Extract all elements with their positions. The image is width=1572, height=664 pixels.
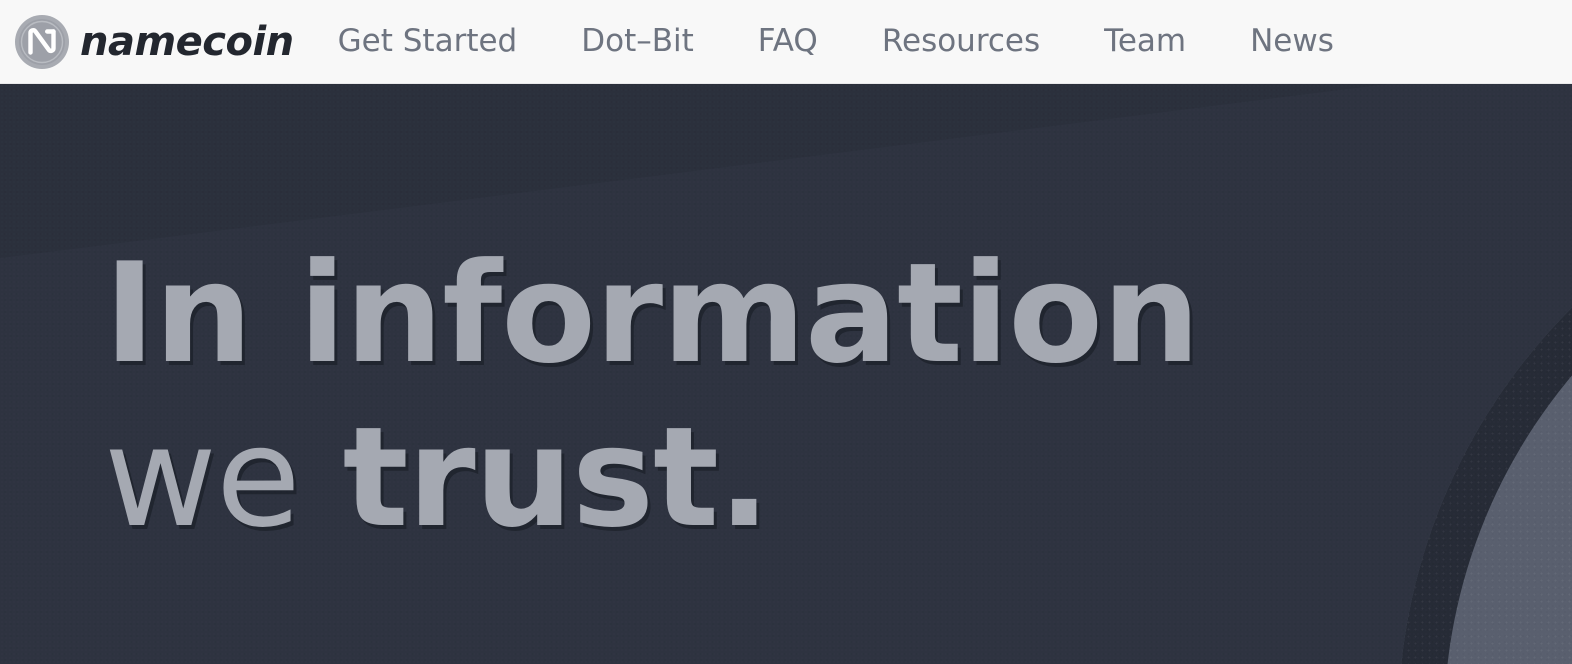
nav-link-team[interactable]: Team [1104, 20, 1186, 63]
brand-wordmark: namecoin [80, 18, 294, 65]
hero-headline-line-2: we trust. [104, 396, 1199, 560]
brand-home-link[interactable]: namecoin [14, 14, 294, 70]
site-header: namecoin Get Started Dot–Bit FAQ Resourc… [0, 0, 1572, 84]
page-root: namecoin Get Started Dot–Bit FAQ Resourc… [0, 0, 1572, 664]
nav-link-dot-bit[interactable]: Dot–Bit [581, 20, 694, 63]
hero-headline-line-1-text: In information [104, 233, 1200, 394]
hero-section: In information we trust. [0, 84, 1572, 664]
namecoin-coin-icon [15, 14, 69, 69]
hero-headline-line-2-strong: trust. [342, 397, 771, 559]
nav-link-faq[interactable]: FAQ [758, 20, 818, 63]
hero-headline-line-1: In information [104, 232, 1200, 396]
nav-link-news[interactable]: News [1250, 20, 1334, 63]
nav-link-get-started[interactable]: Get Started [338, 20, 518, 63]
nav-link-resources[interactable]: Resources [882, 20, 1040, 63]
hero-content: In information we trust. [0, 84, 1572, 664]
main-navigation: Get Started Dot–Bit FAQ Resources Team N… [338, 20, 1334, 63]
hero-headline-line-2-light: we [104, 397, 343, 559]
hero-headline: In information we trust. [104, 232, 1200, 560]
